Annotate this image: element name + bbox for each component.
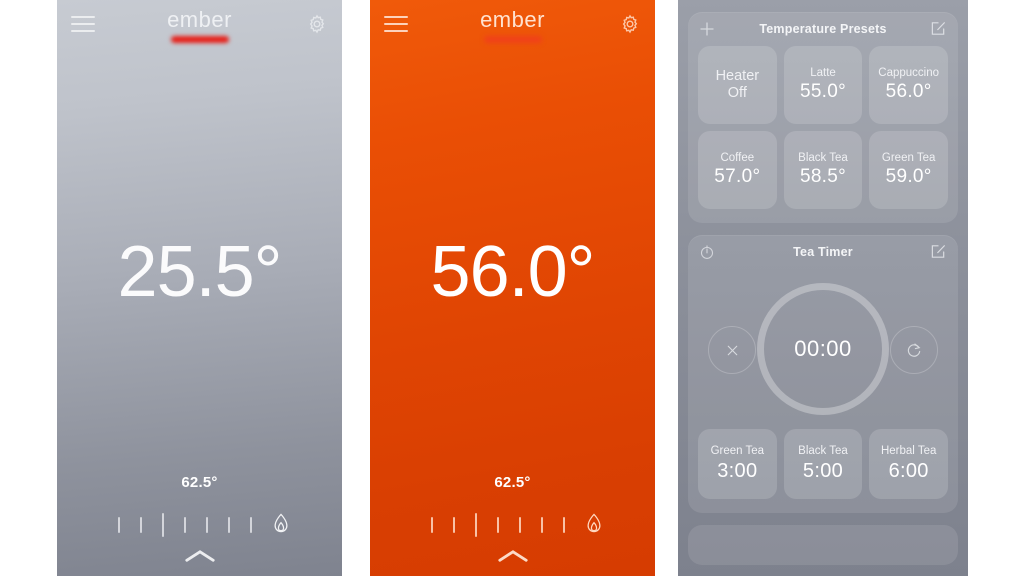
timer-value: 3:00 [717, 459, 758, 482]
preset-label: Latte [810, 66, 836, 79]
plus-icon[interactable] [699, 21, 715, 37]
target-temperature-current: 62.5° [181, 474, 218, 491]
preset-tile-black-tea[interactable]: Black Tea 58.5° [783, 131, 863, 209]
temperature-presets-card: Temperature Presets Heater Off Latte 55.0… [688, 12, 958, 223]
app-header-heating: ember [370, 0, 655, 58]
preset-value: 56.0° [885, 81, 932, 103]
preset-tile-coffee[interactable]: Coffee 57.0° [698, 131, 777, 209]
timer-tile-herbal-tea[interactable]: Herbal Tea 6:00 [869, 429, 948, 499]
slider-tick-active [161, 513, 164, 537]
timer-label: Black Tea [798, 445, 848, 458]
timer-value: 6:00 [888, 459, 929, 482]
brand-logo-underline [483, 36, 542, 43]
app-header-current: ember [57, 0, 342, 58]
slider-tick [117, 517, 120, 533]
brand-logo-underline [170, 36, 229, 43]
brand-logo: ember [370, 9, 655, 43]
next-card-partial[interactable] [688, 525, 958, 565]
timer-label: Green Tea [710, 445, 765, 458]
preset-label: Coffee [720, 151, 755, 164]
tea-timer-display: 00:00 [794, 336, 852, 361]
tea-timer-dial[interactable]: 00:00 [757, 283, 889, 415]
brand-logo-text: ember [480, 7, 545, 32]
preset-label: Black Tea [798, 151, 848, 164]
slider-tick [562, 517, 565, 533]
preset-value: 55.0° [799, 81, 847, 103]
slider-tick [430, 517, 433, 533]
timer-value: 5:00 [802, 459, 844, 482]
preset-label: Cappuccino [878, 66, 940, 79]
preset-label: Heater Off [715, 68, 760, 101]
tea-timer-header: Tea Timer [688, 235, 958, 269]
edit-square-icon[interactable] [930, 243, 947, 260]
slider-tick [496, 517, 499, 533]
slider-tick [518, 517, 521, 533]
preset-tile-cappuccino[interactable]: Cappuccino 56.0° [869, 46, 948, 124]
stopwatch-icon[interactable] [699, 244, 715, 260]
slider-tick [540, 517, 543, 533]
slider-tick [452, 517, 455, 533]
device-panel-current: ember 25.5° 62.5° [57, 0, 342, 576]
preset-value: 58.5° [799, 166, 847, 188]
current-temperature-heating: 56.0° [430, 232, 596, 312]
temperature-presets-grid: Heater Off Latte 55.0° Cappuccino 56.0° C… [688, 46, 958, 223]
tea-timer-title: Tea Timer [793, 245, 853, 259]
temperature-presets-header: Temperature Presets [688, 12, 958, 46]
target-temperature-heating: 62.5° [494, 474, 531, 491]
tea-timer-presets-grid: Green Tea 3:00 Black Tea 5:00 Herbal Tea… [688, 429, 958, 513]
close-icon[interactable] [708, 326, 756, 374]
tea-timer-body: 00:00 [688, 269, 958, 429]
gear-icon[interactable] [306, 13, 328, 35]
brand-logo-text: ember [167, 7, 232, 32]
device-panel-heating: ember 56.0° 62.5° [370, 0, 655, 576]
preset-value: 59.0° [885, 166, 932, 188]
preset-label: Green Tea [881, 151, 936, 164]
preset-tile-latte[interactable]: Latte 55.0° [783, 46, 863, 124]
chevron-up-icon[interactable] [370, 548, 655, 570]
preset-value: 57.0° [714, 166, 761, 188]
flame-icon[interactable] [270, 512, 292, 538]
timer-tile-green-tea[interactable]: Green Tea 3:00 [698, 429, 777, 499]
temperature-presets-title: Temperature Presets [759, 22, 887, 36]
edit-square-icon[interactable] [930, 20, 947, 37]
slider-tick [227, 517, 230, 533]
timer-label: Herbal Tea [880, 445, 937, 458]
slider-tick [139, 517, 142, 533]
flame-icon[interactable] [583, 512, 605, 538]
gear-icon[interactable] [619, 13, 641, 35]
slider-tick [183, 517, 186, 533]
tea-timer-card: Tea Timer 00:00 Green Tea 3:00 Black Tea… [688, 235, 958, 513]
slider-tick [249, 517, 252, 533]
temperature-slider-current[interactable] [57, 508, 342, 542]
preset-tile-heater-off[interactable]: Heater Off [698, 46, 777, 124]
slider-tick [205, 517, 208, 533]
timer-tile-black-tea[interactable]: Black Tea 5:00 [783, 429, 863, 499]
temperature-slider-heating[interactable] [370, 508, 655, 542]
slider-tick-active [474, 513, 477, 537]
brand-logo: ember [57, 9, 342, 43]
presets-panel: Temperature Presets Heater Off Latte 55.0… [678, 0, 968, 576]
screenshot-stage: ember 25.5° 62.5° ember 56.0° 62.5° Temp… [0, 0, 1024, 576]
preset-tile-green-tea[interactable]: Green Tea 59.0° [869, 131, 948, 209]
refresh-icon[interactable] [890, 326, 938, 374]
chevron-up-icon[interactable] [57, 548, 342, 570]
current-temperature-current: 25.5° [117, 232, 283, 312]
